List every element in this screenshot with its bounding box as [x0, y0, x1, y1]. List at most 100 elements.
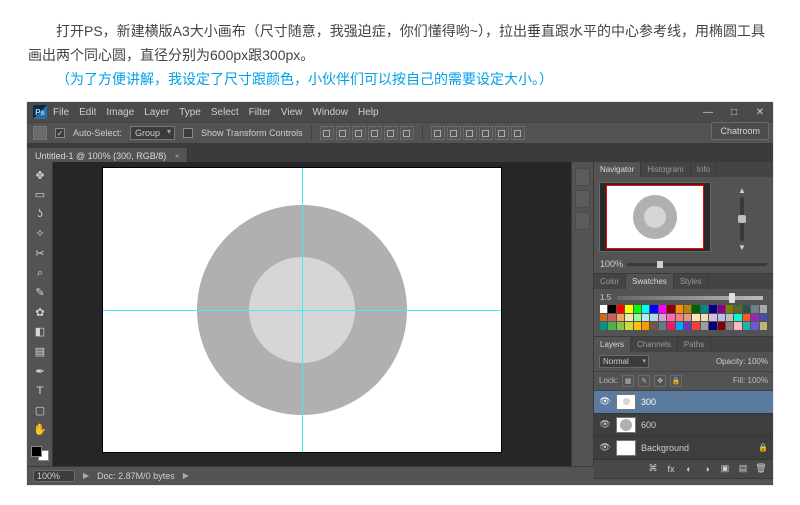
triangle-right-icon[interactable]: ▶ — [83, 471, 89, 480]
dist-5[interactable] — [495, 126, 509, 140]
gradient-tool-icon[interactable]: ▤ — [30, 343, 50, 361]
autoselect-dropdown[interactable]: Group — [130, 126, 175, 140]
swatch-color[interactable] — [608, 322, 615, 329]
navigator-zoom-slider[interactable]: ▲ ▼ — [716, 182, 768, 252]
pen-tool-icon[interactable]: ✒ — [30, 362, 50, 380]
menu-select[interactable]: Select — [211, 107, 239, 118]
swatch-color[interactable] — [659, 322, 666, 329]
fill-value[interactable]: 100% — [748, 376, 768, 385]
collapsed-panel-icon[interactable] — [575, 190, 590, 208]
type-tool-icon[interactable]: T — [30, 382, 50, 400]
triangle-right-icon[interactable]: ▶ — [183, 471, 189, 480]
transform-checkbox[interactable] — [183, 128, 193, 138]
layer-thumbnail[interactable] — [616, 440, 636, 456]
hand-tool-icon[interactable]: ✋ — [30, 421, 50, 439]
swatch-color[interactable] — [692, 314, 699, 321]
swatch-color[interactable] — [684, 305, 691, 312]
foreground-color-swatch[interactable] — [31, 446, 42, 457]
layer-name[interactable]: 600 — [641, 420, 656, 430]
align-bottom[interactable] — [400, 126, 414, 140]
triangle-up-icon[interactable]: ▲ — [738, 186, 746, 195]
swatch-color[interactable] — [676, 322, 683, 329]
swatch-color[interactable] — [617, 305, 624, 312]
tab-layers[interactable]: Layers — [594, 337, 631, 352]
swatch-color[interactable] — [608, 305, 615, 312]
visibility-eye-icon[interactable]: 👁 — [599, 442, 611, 454]
wand-tool-icon[interactable]: ✧ — [30, 225, 50, 243]
tab-styles[interactable]: Styles — [674, 274, 709, 289]
swatch-color[interactable] — [751, 322, 758, 329]
lasso-tool-icon[interactable]: ʖ — [30, 206, 50, 224]
canvas-viewport[interactable] — [53, 162, 571, 466]
swatch-color[interactable] — [667, 322, 674, 329]
swatch-color[interactable] — [692, 322, 699, 329]
swatch-color[interactable] — [743, 322, 750, 329]
layer-thumbnail[interactable] — [616, 394, 636, 410]
menu-file[interactable]: File — [53, 107, 69, 118]
swatch-color[interactable] — [684, 314, 691, 321]
lock-position-icon[interactable]: ✥ — [654, 375, 666, 387]
layer-row[interactable]: 👁 Background 🔒 — [594, 437, 773, 460]
trash-icon[interactable]: 🗑 — [755, 463, 767, 475]
swatch-color[interactable] — [684, 322, 691, 329]
adjustment-icon[interactable]: ◑ — [701, 463, 713, 475]
swatch-color[interactable] — [751, 314, 758, 321]
swatch-color[interactable] — [634, 314, 641, 321]
lock-pixels-icon[interactable]: ✎ — [638, 375, 650, 387]
swatch-color[interactable] — [642, 322, 649, 329]
swatch-color[interactable] — [701, 314, 708, 321]
menu-help[interactable]: Help — [358, 107, 379, 118]
swatch-color[interactable] — [676, 305, 683, 312]
layer-row[interactable]: 👁 600 — [594, 414, 773, 437]
autoselect-checkbox[interactable]: ✓ — [55, 128, 65, 138]
swatch-color[interactable] — [718, 305, 725, 312]
visibility-eye-icon[interactable]: 👁 — [599, 419, 611, 431]
foreground-background-colors[interactable] — [30, 445, 50, 463]
tab-info[interactable]: Info — [691, 162, 717, 177]
swatch-color[interactable] — [634, 322, 641, 329]
canvas[interactable] — [103, 168, 501, 452]
brush-tool-icon[interactable]: ✎ — [30, 284, 50, 302]
tab-paths[interactable]: Paths — [678, 337, 711, 352]
swatch-color[interactable] — [734, 322, 741, 329]
swatch-color[interactable] — [617, 314, 624, 321]
swatch-color[interactable] — [676, 314, 683, 321]
align-top[interactable] — [368, 126, 382, 140]
swatch-color[interactable] — [659, 314, 666, 321]
swatch-color[interactable] — [743, 305, 750, 312]
swatch-color[interactable] — [726, 314, 733, 321]
swatch-color[interactable] — [718, 322, 725, 329]
tab-navigator[interactable]: Navigator — [594, 162, 641, 177]
swatch-color[interactable] — [743, 314, 750, 321]
dist-1[interactable] — [431, 126, 445, 140]
swatch-color[interactable] — [701, 305, 708, 312]
triangle-down-icon[interactable]: ▼ — [738, 243, 746, 252]
swatch-color[interactable] — [642, 314, 649, 321]
collapsed-panel-icon[interactable] — [575, 168, 590, 186]
tab-color[interactable]: Color — [594, 274, 626, 289]
document-tab-close-icon[interactable]: × — [175, 152, 180, 161]
swatch-color[interactable] — [625, 305, 632, 312]
swatch-color[interactable] — [625, 314, 632, 321]
visibility-eye-icon[interactable]: 👁 — [599, 396, 611, 408]
chatroom-button[interactable]: Chatroom — [711, 122, 769, 140]
tab-swatches[interactable]: Swatches — [626, 274, 674, 289]
swatch-color[interactable] — [634, 305, 641, 312]
align-left[interactable] — [320, 126, 334, 140]
swatch-color[interactable] — [625, 322, 632, 329]
menu-layer[interactable]: Layer — [144, 107, 169, 118]
layer-name[interactable]: Background — [641, 443, 689, 453]
swatch-color[interactable] — [650, 314, 657, 321]
marquee-tool-icon[interactable]: ▭ — [30, 186, 50, 204]
navigator-thumbnail[interactable] — [599, 182, 711, 252]
swatch-color[interactable] — [760, 305, 767, 312]
navigator-zoom-track[interactable] — [627, 263, 767, 266]
group-icon[interactable]: ▣ — [719, 463, 731, 475]
eraser-tool-icon[interactable]: ◧ — [30, 323, 50, 341]
dist-2[interactable] — [447, 126, 461, 140]
menu-image[interactable]: Image — [106, 107, 134, 118]
swatch-slider[interactable] — [617, 296, 763, 300]
layer-row[interactable]: 👁 300 — [594, 391, 773, 414]
swatch-color[interactable] — [617, 322, 624, 329]
menu-edit[interactable]: Edit — [79, 107, 96, 118]
